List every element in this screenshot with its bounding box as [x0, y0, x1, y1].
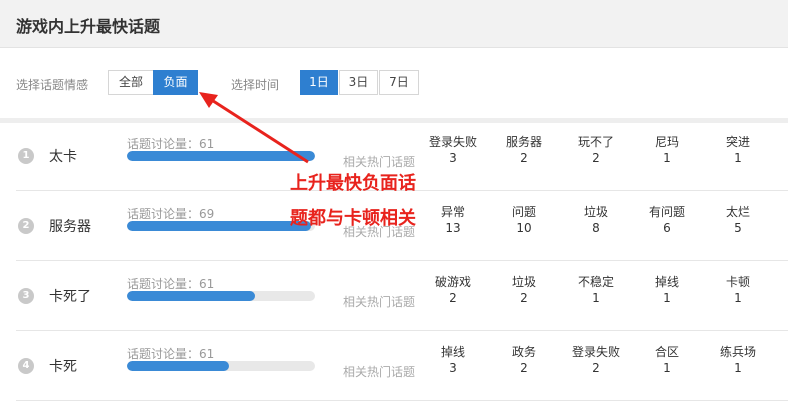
annotation-text-line1: 上升最快负面话 — [290, 173, 416, 194]
annotation-text-line2: 题都与卡顿相关 — [290, 208, 416, 229]
